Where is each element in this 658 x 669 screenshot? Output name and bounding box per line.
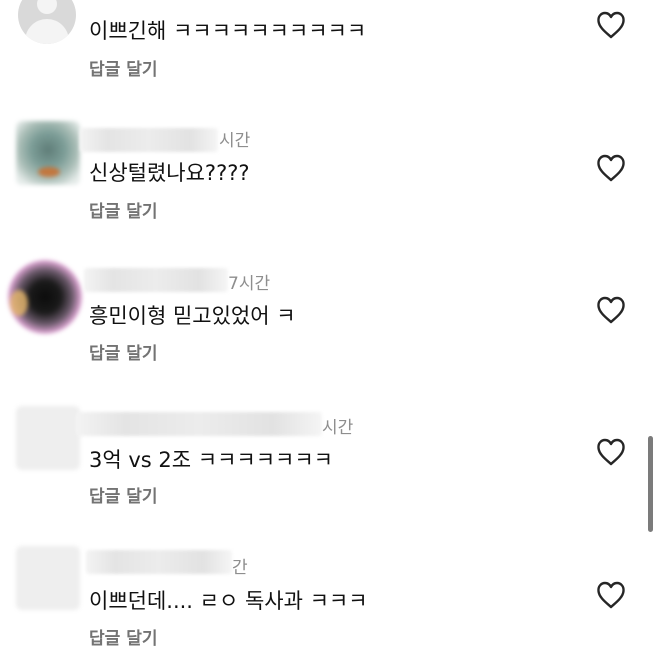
comment-text: 이쁘던데.... ㄹㅇ 독사과 ㅋㅋㅋ [89,589,368,613]
comment-item: 시간 3억 vs 2조 ㅋㅋㅋㅋㅋㅋㅋ 답글 달기 [0,402,658,544]
avatar[interactable] [16,121,80,185]
username-redacted[interactable] [80,128,218,152]
username-redacted[interactable] [86,550,232,574]
reply-button[interactable]: 답글 달기 [89,486,157,508]
avatar-blur-detail [38,167,60,177]
comment-timestamp: 시간 [322,418,354,438]
comment-item: 시간 신상털렸나요???? 답글 달기 [0,118,658,260]
heart-icon[interactable] [596,11,626,39]
avatar-body-shape [25,19,69,44]
scrollbar[interactable] [648,436,653,532]
comments-screen: 이쁘긴해 ㅋㅋㅋㅋㅋㅋㅋㅋㅋㅋ 답글 달기 시간 신상털렸나요???? 답글 달… [0,0,658,669]
reply-button[interactable]: 답글 달기 [89,59,157,81]
avatar[interactable] [16,406,80,470]
username-redacted[interactable] [84,268,228,292]
avatar-head-shape [37,0,57,14]
reply-button[interactable]: 답글 달기 [89,201,157,223]
reply-button[interactable]: 답글 달기 [89,343,157,365]
comment-timestamp: 간 [232,558,248,578]
avatar[interactable] [18,0,76,44]
comment-item: 7시간 흥민이형 믿고있었어 ㅋ 답글 달기 [0,260,658,402]
comment-text: 흥민이형 믿고있었어 ㅋ [89,304,296,328]
reply-button[interactable]: 답글 달기 [89,628,157,650]
avatar[interactable] [16,546,80,610]
comment-text: 이쁘긴해 ㅋㅋㅋㅋㅋㅋㅋㅋㅋㅋ [89,19,367,43]
avatar-blur-detail [10,290,28,316]
comment-item: 간 이쁘던데.... ㄹㅇ 독사과 ㅋㅋㅋ 답글 달기 [0,544,658,669]
comment-timestamp: 7시간 [228,274,271,294]
heart-icon[interactable] [596,296,626,324]
avatar[interactable] [8,260,82,334]
comment-text: 3억 vs 2조 ㅋㅋㅋㅋㅋㅋㅋ [89,448,333,472]
username-redacted[interactable] [76,412,322,436]
comment-timestamp: 시간 [219,131,251,151]
heart-icon[interactable] [596,581,626,609]
heart-icon[interactable] [596,438,626,466]
heart-icon[interactable] [596,154,626,182]
comment-text: 신상털렸나요???? [89,161,250,185]
